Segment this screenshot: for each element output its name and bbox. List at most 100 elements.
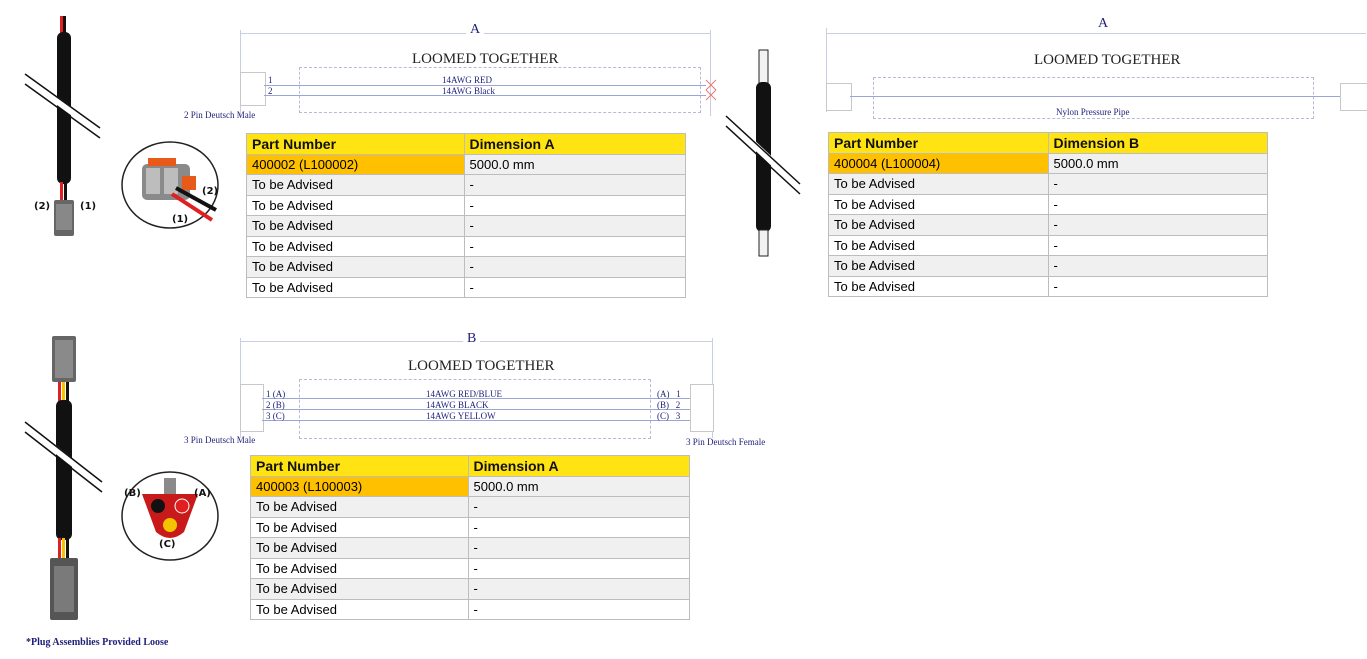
dimension-cell: 5000.0 mm (1047, 152, 1269, 174)
table-row: To be Advised - (828, 234, 1269, 256)
dimension-cell: 5000.0 mm (467, 475, 691, 497)
dimension-cell: - (467, 537, 691, 559)
column-header: Part Number (828, 132, 1049, 154)
table-row: To be Advised - (246, 215, 687, 237)
dimension-cell: - (463, 235, 687, 257)
wire-label: 14AWG RED/BLUE (426, 389, 503, 399)
part-number-cell: 400003 (L100003) (250, 475, 469, 497)
cable-3pin-illustration (23, 336, 105, 620)
connector-pin-label-a: (A) (194, 488, 211, 499)
part-number-cell: To be Advised (246, 194, 465, 216)
wire-label: 14AWG YELLOW (426, 411, 496, 421)
column-header: Part Number (246, 133, 465, 155)
table-row: 400004 (L100004) 5000.0 mm (828, 152, 1269, 174)
table-row: To be Advised - (828, 173, 1269, 195)
loom-label: LOOMED TOGETHER (1034, 52, 1181, 68)
wire-pin: 2 (B) (266, 400, 285, 410)
dimension-cell: - (467, 516, 691, 538)
wire-label: 14AWG BLACK (426, 400, 489, 410)
wire-end-cross-icon (705, 79, 717, 101)
table-row: To be Advised - (828, 275, 1269, 297)
part-number-cell: To be Advised (250, 537, 469, 559)
part-table-pipe: Part Number Dimension B 400004 (L100004)… (828, 132, 1269, 297)
wire-label: 14AWG Black (442, 86, 496, 96)
wire-pin: 2 (268, 86, 273, 96)
left-connector-label: 2 Pin Deutsch Male (184, 110, 256, 120)
part-table-3pin: Part Number Dimension A 400003 (L100003)… (250, 455, 691, 620)
table-row: To be Advised - (250, 557, 691, 579)
table-row: To be Advised - (250, 516, 691, 538)
cable-2pin-illustration (23, 16, 103, 236)
column-header: Dimension A (463, 133, 687, 155)
right-connector-body (690, 384, 714, 432)
dimension-cell: 5000.0 mm (463, 153, 687, 175)
pipe-illustration (725, 49, 803, 257)
connector-2pin-face-icon (121, 141, 219, 229)
table-header-row: Part Number Dimension A (246, 133, 687, 155)
left-connector-body (240, 384, 264, 432)
table-header-row: Part Number Dimension A (250, 455, 691, 477)
dimension-cell: - (463, 215, 687, 237)
cable-pin-label-2: (2) (34, 201, 51, 212)
wire-pin: 1 (A) (266, 389, 286, 399)
part-number-cell: To be Advised (250, 557, 469, 579)
part-number-cell: To be Advised (246, 276, 465, 298)
table-header-row: Part Number Dimension B (828, 132, 1269, 154)
dimension-cell: - (467, 578, 691, 600)
wire-pin-right: (A) 1 (657, 389, 681, 399)
part-number-cell: To be Advised (250, 496, 469, 518)
footnote: *Plug Assemblies Provided Loose (26, 637, 169, 648)
loom-bundle (299, 67, 701, 113)
dimension-cell: - (1047, 275, 1269, 297)
left-connector-label: 3 Pin Deutsch Male (184, 435, 256, 445)
table-row: To be Advised - (250, 578, 691, 600)
wire-pin: 1 (268, 75, 273, 85)
dimension-cell: - (1047, 214, 1269, 236)
table-row: To be Advised - (828, 255, 1269, 277)
part-number-cell: 400002 (L100002) (246, 153, 465, 175)
wire-pin-right: (C) 3 (657, 411, 681, 421)
part-number-cell: To be Advised (246, 256, 465, 278)
dimension-cell: - (463, 256, 687, 278)
loom-label: LOOMED TOGETHER (408, 358, 555, 374)
table-row: To be Advised - (246, 174, 687, 196)
loom-label: LOOMED TOGETHER (412, 51, 559, 67)
table-row: 400002 (L100002) 5000.0 mm (246, 153, 687, 175)
column-header: Part Number (250, 455, 469, 477)
right-connector-label: 3 Pin Deutsch Female (686, 437, 766, 447)
cable-pin-label-1: (1) (80, 201, 97, 212)
table-row: To be Advised - (246, 276, 687, 298)
dimension-cell: - (463, 174, 687, 196)
part-number-cell: To be Advised (828, 173, 1049, 195)
dimension-cell: - (1047, 173, 1269, 195)
dimension-letter: B (463, 331, 481, 347)
dimension-cell: - (1047, 193, 1269, 215)
connector-pin-label-b: (B) (124, 488, 141, 499)
dimension-cell: - (463, 276, 687, 298)
column-header: Dimension B (1047, 132, 1269, 154)
table-row: To be Advised - (246, 256, 687, 278)
table-row: To be Advised - (250, 496, 691, 518)
part-number-cell: To be Advised (828, 275, 1049, 297)
part-number-cell: To be Advised (246, 235, 465, 257)
connector-pin-label-1: (1) (172, 214, 189, 225)
dimension-cell: - (1047, 255, 1269, 277)
table-row: To be Advised - (250, 537, 691, 559)
table-row: To be Advised - (250, 598, 691, 620)
dimension-cell: - (467, 598, 691, 620)
part-number-cell: To be Advised (246, 174, 465, 196)
pipe-label: Nylon Pressure Pipe (1056, 107, 1130, 117)
table-row: 400003 (L100003) 5000.0 mm (250, 475, 691, 497)
part-number-cell: To be Advised (828, 214, 1049, 236)
part-number-cell: To be Advised (250, 578, 469, 600)
table-row: To be Advised - (828, 193, 1269, 215)
wire-label: 14AWG RED (442, 75, 493, 85)
part-number-cell: 400004 (L100004) (828, 152, 1049, 174)
part-number-cell: To be Advised (250, 516, 469, 538)
left-connector-body (240, 72, 266, 106)
table-row: To be Advised - (828, 214, 1269, 236)
part-number-cell: To be Advised (828, 234, 1049, 256)
part-number-cell: To be Advised (828, 193, 1049, 215)
dimension-line-a (826, 33, 1366, 34)
dimension-cell: - (467, 557, 691, 579)
